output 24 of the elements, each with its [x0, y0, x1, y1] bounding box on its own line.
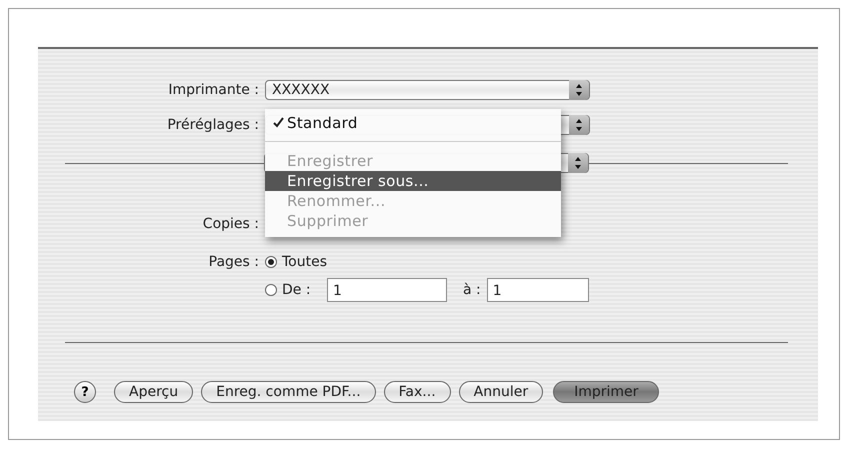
- stepper-icon: [569, 80, 589, 100]
- printer-popup[interactable]: XXXXXX: [265, 80, 590, 100]
- dialog-button[interactable]: Imprimer: [553, 381, 660, 403]
- help-button[interactable]: ?: [74, 381, 96, 403]
- dialog-button[interactable]: Fax...: [384, 381, 451, 403]
- input-field[interactable]: 1: [327, 278, 447, 302]
- radio-button[interactable]: [265, 256, 277, 268]
- menu-item[interactable]: Standard: [265, 113, 561, 133]
- stepper-icon: [569, 115, 589, 135]
- radio-label: Toutes: [282, 254, 328, 270]
- dialog-button[interactable]: Annuler: [458, 381, 544, 403]
- checkmark-icon: [273, 117, 284, 128]
- field-label: Préréglages :: [166, 117, 260, 133]
- field-label: Imprimante :: [167, 82, 260, 98]
- input-field[interactable]: 1: [486, 278, 589, 302]
- stepper-icon: [568, 153, 588, 173]
- radio-label: De :: [282, 282, 312, 298]
- field-label: Pages :: [208, 254, 260, 270]
- radio-button[interactable]: [265, 284, 277, 296]
- dialog-button[interactable]: Aperçu: [114, 381, 194, 403]
- field-label: Copies :: [202, 216, 260, 232]
- menu-item[interactable]: Enregistrer sous...: [265, 171, 561, 191]
- dialog-button[interactable]: Enreg. comme PDF...: [201, 381, 376, 403]
- field-label: à :: [463, 282, 481, 298]
